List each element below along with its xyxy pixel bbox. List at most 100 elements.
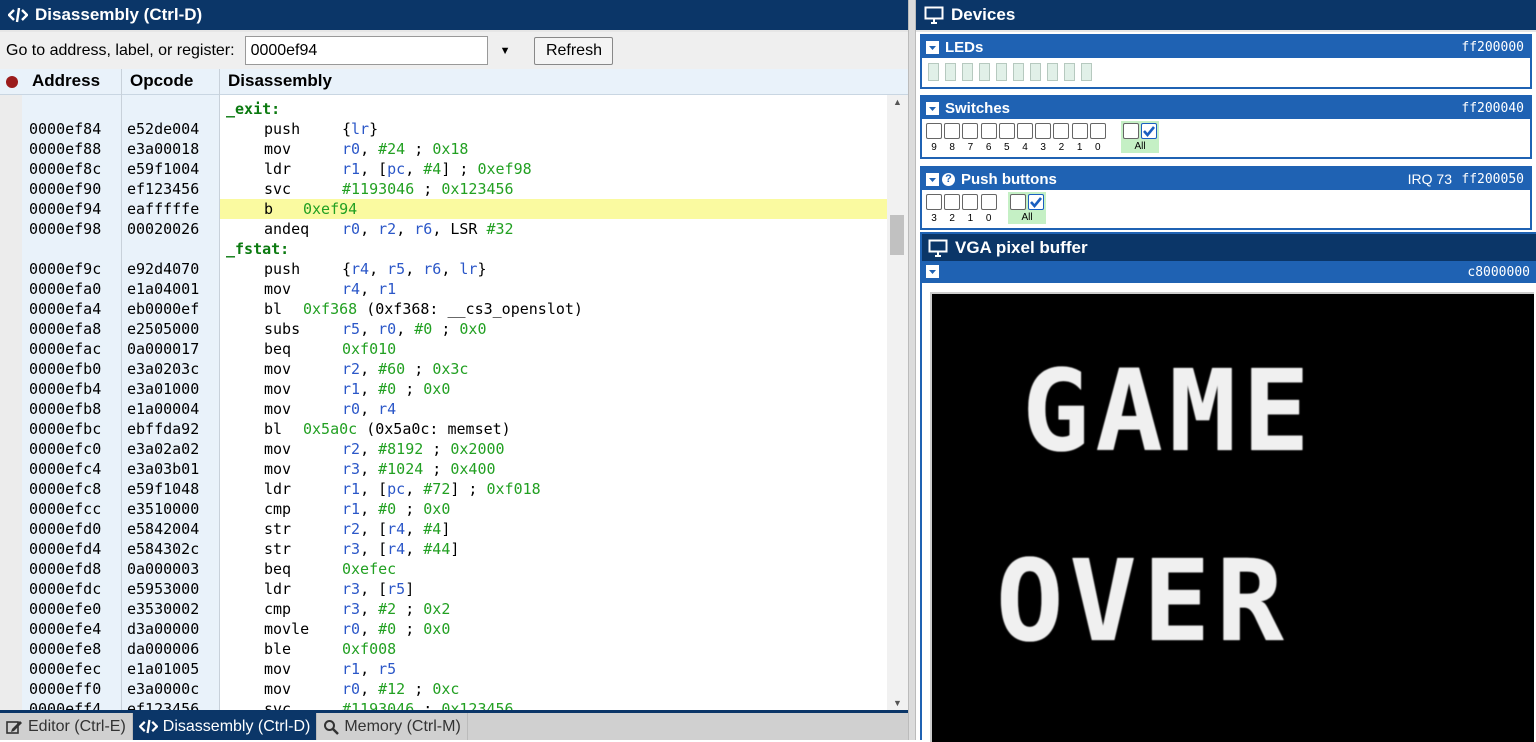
switch-checkbox[interactable]	[962, 123, 979, 139]
tab-editor[interactable]: Editor (Ctrl-E)	[0, 713, 133, 740]
switch-checkbox[interactable]	[944, 123, 961, 139]
switch-checkbox[interactable]	[926, 123, 942, 139]
instruction-row[interactable]: 0000efb8 e1a00004 mov r0, r4	[0, 399, 887, 419]
opcode-cell: e3530002	[127, 600, 200, 618]
all-on-checkbox[interactable]	[1141, 123, 1157, 139]
code-label-row[interactable]: _exit:	[0, 99, 887, 119]
operand-token: , LSR	[432, 220, 487, 238]
switch-checkbox[interactable]	[998, 123, 1015, 139]
instruction-row[interactable]: 0000efcc e3510000 cmp r1, #0 ; 0x0	[0, 499, 887, 519]
switch-checkbox[interactable]	[1017, 123, 1033, 139]
switch-checkbox[interactable]	[926, 194, 942, 210]
operand-token: ,	[360, 280, 379, 298]
instruction-row[interactable]: 0000efd0 e5842004 str r2, [r4, #4]	[0, 519, 887, 539]
instruction-row[interactable]: 0000efb4 e3a01000 mov r1, #0 ; 0x0	[0, 379, 887, 399]
tab-disassembly[interactable]: Disassembly (Ctrl-D)	[132, 713, 318, 740]
switch-checkbox[interactable]	[1053, 123, 1070, 139]
pane-splitter[interactable]	[908, 0, 916, 740]
instruction-row[interactable]: 0000efc0 e3a02a02 mov r2, #8192 ; 0x2000	[0, 439, 887, 459]
instruction-row[interactable]: 0000ef98 00020026 andeq r0, r2, r6, LSR #32	[0, 219, 887, 239]
switch-label: 3	[931, 213, 937, 224]
all-toggle[interactable]: All	[1121, 121, 1159, 153]
collapse-icon[interactable]	[926, 265, 939, 282]
instruction-row[interactable]: 0000ef94 eafffffe b 0xef94	[0, 199, 887, 219]
all-on-checkbox[interactable]	[1028, 194, 1044, 210]
scrollbar-thumb[interactable]	[890, 215, 904, 255]
operand-token: ;	[414, 180, 442, 198]
switch-label: 4	[1022, 142, 1028, 153]
opcode-cell: e1a04001	[127, 280, 200, 298]
scroll-down-icon[interactable]: ▼	[893, 698, 902, 708]
tab-memory[interactable]: Memory (Ctrl-M)	[317, 713, 468, 740]
mnemonic: ble	[264, 640, 292, 658]
operand-token: ,	[360, 620, 379, 638]
switch-checkbox[interactable]	[1089, 123, 1106, 139]
all-off-checkbox[interactable]	[1010, 194, 1026, 210]
devices-titlebar: Devices	[916, 0, 1536, 32]
operand-token: r0	[342, 620, 361, 638]
operand-token: r1	[342, 660, 361, 678]
mnemonic: mov	[264, 460, 292, 478]
switch-checkbox[interactable]	[1071, 123, 1088, 139]
switch-checkbox[interactable]	[980, 123, 997, 139]
switch-checkbox[interactable]	[1035, 123, 1052, 139]
instruction-row[interactable]: 0000efe4 d3a00000 movle r0, #0 ; 0x0	[0, 619, 887, 639]
instruction-row[interactable]: 0000efdc e5953000 ldr r3, [r5]	[0, 579, 887, 599]
instruction-row[interactable]: 0000efe0 e3530002 cmp r3, #2 ; 0x2	[0, 599, 887, 619]
led	[979, 63, 990, 81]
operands: #1193046 ; 0x123456	[342, 179, 514, 199]
disassembly-listing[interactable]: _exit: 0000ef84 e52de004 push {lr} 0000ef88 e3…	[0, 96, 887, 710]
all-off-checkbox[interactable]	[1123, 123, 1139, 139]
address-cell: 0000ef88	[29, 140, 102, 158]
refresh-button[interactable]: Refresh	[534, 36, 614, 65]
instruction-row[interactable]: 0000ef88 e3a00018 mov r0, #24 ; 0x18	[0, 139, 887, 159]
instruction-row[interactable]: 0000eff4 ef123456 svc #1193046 ; 0x123456	[0, 699, 887, 710]
collapse-icon[interactable]	[926, 40, 939, 54]
switch-label: 6	[985, 142, 992, 153]
instruction-row[interactable]: 0000efd4 e584302c str r3, [r4, #44]	[0, 539, 887, 559]
mnemonic: svc	[264, 180, 292, 198]
instruction-row[interactable]: 0000ef9c e92d4070 push {r4, r5, r6, lr}	[0, 259, 887, 279]
goto-address-input[interactable]	[244, 36, 488, 65]
mnemonic: ldr	[264, 580, 292, 598]
instruction-row[interactable]: 0000efec e1a01005 mov r1, r5	[0, 659, 887, 679]
switch-checkbox[interactable]	[962, 194, 979, 210]
switch-checkbox[interactable]	[980, 194, 997, 210]
switch-label: 7	[967, 142, 974, 153]
mnemonic: beq	[264, 560, 292, 578]
instruction-row[interactable]: 0000efe8 da000006 ble 0xf008	[0, 639, 887, 659]
collapse-icon[interactable]	[926, 101, 939, 115]
operand-token: 0xc	[432, 680, 460, 698]
instruction-row[interactable]: 0000efd8 0a000003 beq 0xefec	[0, 559, 887, 579]
instruction-row[interactable]: 0000efc8 e59f1048 ldr r1, [pc, #72] ; 0xf01…	[0, 479, 887, 499]
instruction-row[interactable]: 0000efbc ebffda92 bl 0x5a0c (0x5a0c: memset…	[0, 419, 887, 439]
operand-token: (0x5a0c: memset)	[357, 420, 511, 438]
instruction-row[interactable]: 0000efac 0a000017 beq 0xf010	[0, 339, 887, 359]
operand-token: #1024	[378, 460, 424, 478]
instruction-row[interactable]: 0000ef84 e52de004 push {lr}	[0, 119, 887, 139]
instruction-row[interactable]: 0000eff0 e3a0000c mov r0, #12 ; 0xc	[0, 679, 887, 699]
instruction-row[interactable]: 0000ef8c e59f1004 ldr r1, [pc, #4] ; 0xef98	[0, 159, 887, 179]
code-label-row[interactable]: _fstat:	[0, 239, 887, 259]
all-label: All	[1021, 212, 1033, 223]
operands: r0, #0 ; 0x0	[342, 619, 450, 639]
history-dropdown-icon[interactable]: ▼	[500, 45, 511, 57]
instruction-row[interactable]: 0000efc4 e3a03b01 mov r3, #1024 ; 0x400	[0, 459, 887, 479]
help-icon[interactable]: ?	[942, 172, 955, 186]
all-toggle[interactable]: All	[1008, 192, 1046, 224]
scrollbar[interactable]: ▲ ▼	[887, 95, 908, 710]
instruction-row[interactable]: 0000ef90 ef123456 svc #1193046 ; 0x123456	[0, 179, 887, 199]
operand-token: ]	[405, 580, 415, 598]
all-label: All	[1134, 141, 1146, 152]
collapse-icon[interactable]	[926, 172, 939, 186]
mnemonic: ldr	[264, 480, 292, 498]
instruction-row[interactable]: 0000efa8 e2505000 subs r5, r0, #0 ; 0x0	[0, 319, 887, 339]
instruction-row[interactable]: 0000efa4 eb0000ef bl 0xf368 (0xf368: __cs3_…	[0, 299, 887, 319]
led	[1013, 63, 1024, 81]
instruction-row[interactable]: 0000efa0 e1a04001 mov r4, r1	[0, 279, 887, 299]
scroll-up-icon[interactable]: ▲	[893, 97, 902, 107]
instruction-row[interactable]: 0000efb0 e3a0203c mov r2, #60 ; 0x3c	[0, 359, 887, 379]
operand-token: #8192	[378, 440, 424, 458]
operand-token: ,	[405, 520, 424, 538]
switch-checkbox[interactable]	[944, 194, 961, 210]
